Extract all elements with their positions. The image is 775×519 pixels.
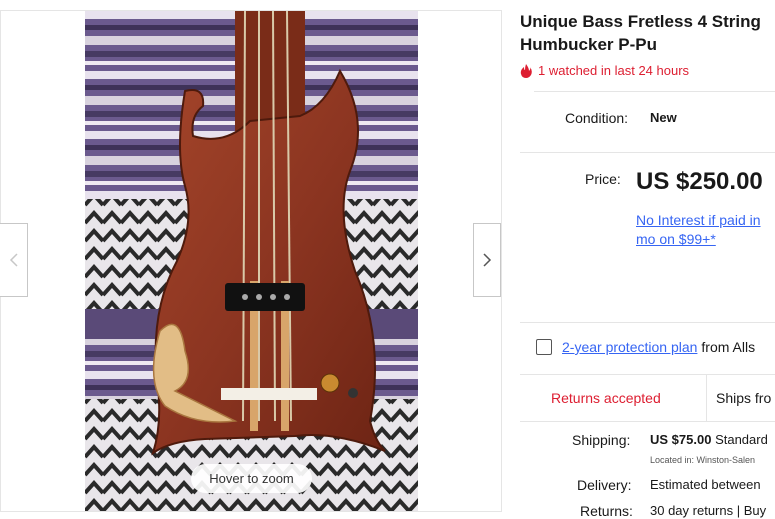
zoom-hint: Hover to zoom — [191, 464, 312, 493]
returns-accepted-badge: Returns accepted — [551, 390, 661, 406]
located-in: Located in: Winston-Salen — [650, 455, 756, 465]
title-line-1: Unique Bass Fretless 4 String — [520, 12, 761, 31]
protection-provider: from Alls — [701, 339, 756, 355]
financing-link[interactable]: No Interest if paid in mo on $99+* — [636, 211, 761, 249]
watch-count: 1 watched in last 24 hours — [520, 63, 689, 78]
finance-line-2[interactable]: mo on $99+* — [636, 230, 761, 249]
listing-title: Unique Bass Fretless 4 String Humbucker … — [520, 10, 775, 56]
divider — [520, 322, 775, 323]
returns-label: Returns: — [580, 503, 633, 519]
product-photo[interactable]: Hover to zoom — [85, 11, 418, 511]
watch-text: 1 watched in last 24 hours — [538, 63, 690, 78]
fire-icon — [520, 63, 532, 78]
divider — [520, 152, 775, 153]
previous-image-button[interactable] — [0, 223, 28, 297]
shipping-cost: US $75.00 Standard — [650, 432, 768, 447]
finance-line-1[interactable]: No Interest if paid in — [636, 211, 761, 230]
chevron-right-icon — [483, 253, 492, 267]
price-label: Price: — [585, 171, 621, 187]
image-gallery: Hover to zoom — [0, 10, 502, 512]
shipping-label: Shipping: — [572, 432, 631, 448]
returns-value: 30 day returns | Buy — [650, 503, 767, 518]
badges-row: Returns accepted Ships fro — [520, 374, 775, 422]
title-line-2: Humbucker P-Pu — [520, 35, 657, 54]
shipping-method: Standard — [715, 432, 768, 447]
ships-from-badge: Ships fro — [716, 390, 772, 406]
shipping-value: US $75.00 — [650, 432, 712, 447]
price-value: US $250.00 — [636, 168, 763, 195]
delivery-value: Estimated between — [650, 477, 761, 492]
listing-info: Unique Bass Fretless 4 String Humbucker … — [520, 0, 775, 519]
protection-plan-link[interactable]: 2-year protection plan — [562, 339, 697, 355]
delivery-label: Delivery: — [577, 477, 632, 493]
chevron-left-icon — [9, 253, 18, 267]
badge-divider — [706, 375, 707, 421]
protection-plan-row: 2-year protection plan from Alls — [536, 339, 755, 355]
divider — [534, 91, 775, 92]
next-image-button[interactable] — [473, 223, 501, 297]
condition-label: Condition: — [565, 110, 629, 126]
condition-value: New — [650, 110, 677, 125]
protection-checkbox[interactable] — [536, 339, 552, 355]
